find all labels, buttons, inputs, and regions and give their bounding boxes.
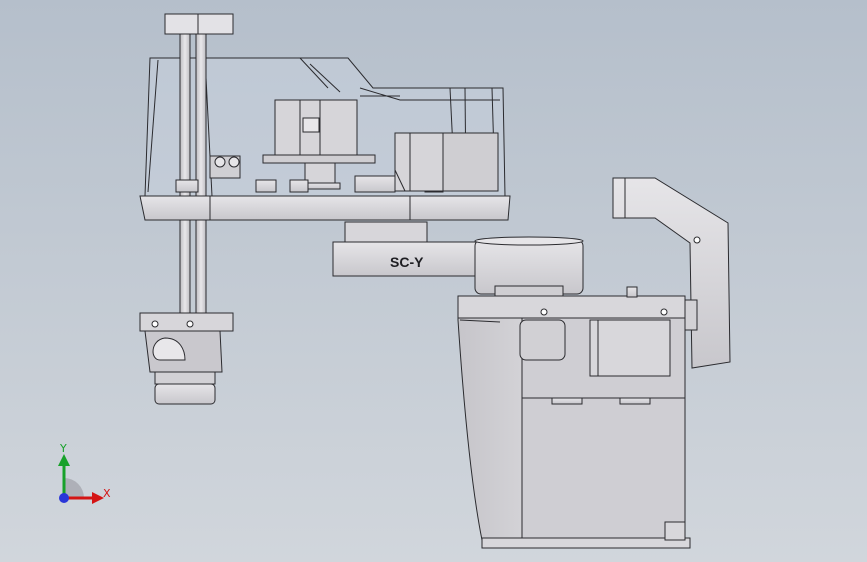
robot-base [457, 286, 691, 549]
cad-viewport[interactable]: SC-Y Y X [0, 0, 867, 562]
arm-2-link [139, 195, 511, 221]
z-axis-dot [59, 493, 69, 503]
y-axis-label: Y [59, 442, 67, 455]
j2-motor [394, 132, 499, 192]
robot-model-drawing[interactable]: SC-Y Y X [0, 0, 867, 562]
arm-label: SC-Y [390, 254, 424, 270]
spline-top-cap [164, 13, 234, 35]
x-axis-label: X [103, 487, 111, 500]
viewport-background [0, 0, 867, 562]
